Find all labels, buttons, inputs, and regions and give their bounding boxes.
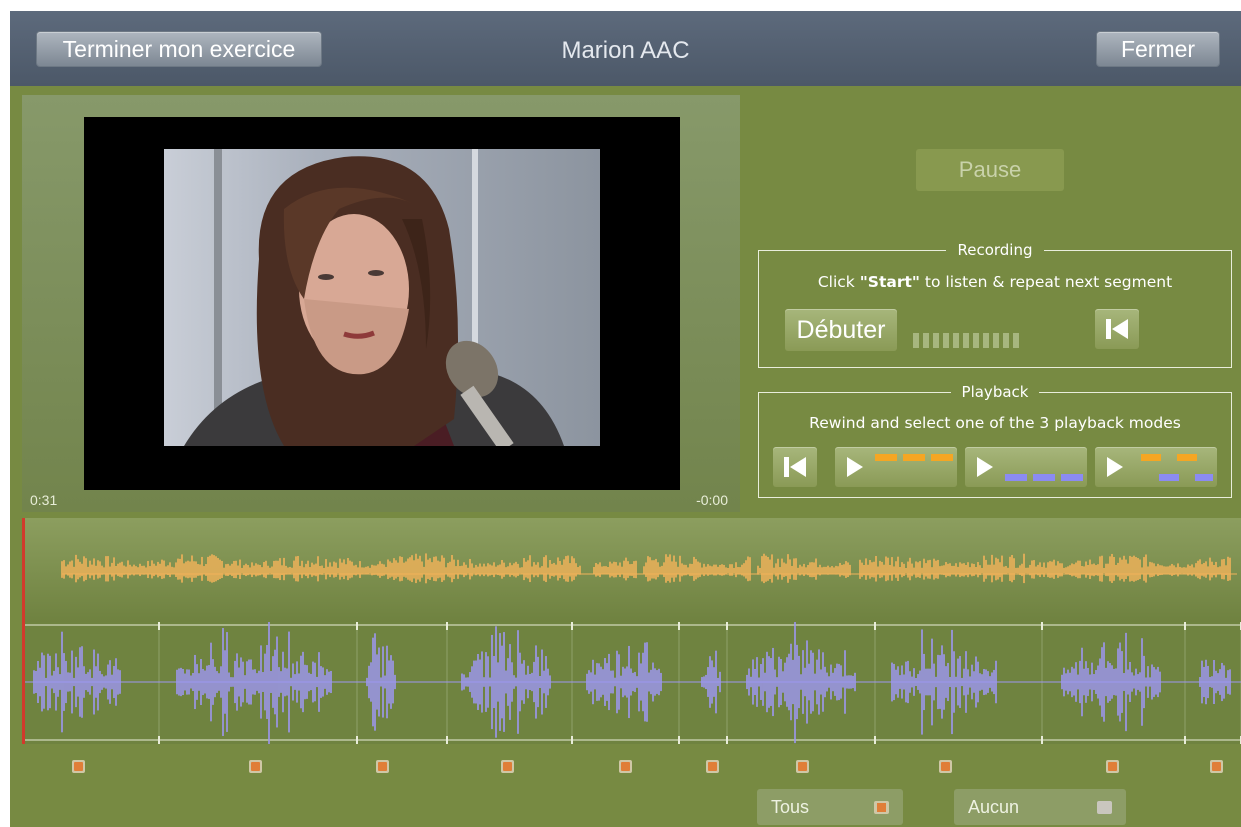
level-segment	[983, 333, 989, 348]
playback-instruction: Rewind and select one of the 3 playback …	[809, 414, 1181, 432]
segment-checkbox[interactable]	[796, 760, 809, 773]
level-segment	[913, 333, 919, 348]
play-alternating-button[interactable]	[1095, 447, 1217, 487]
recording-rewind-button[interactable]	[1095, 309, 1139, 349]
segment-checkbox[interactable]	[376, 760, 389, 773]
segment-checkbox[interactable]	[72, 760, 85, 773]
remaining-time: -0:00	[696, 492, 728, 508]
video-player[interactable]	[84, 117, 680, 490]
level-segment	[1003, 333, 1009, 348]
playback-rewind-button[interactable]	[773, 447, 817, 487]
video-panel: 0:31 -0:00	[22, 95, 740, 512]
level-segment	[993, 333, 999, 348]
video-frame	[164, 149, 600, 446]
playback-legend: Playback	[950, 383, 1040, 401]
segment-checkbox[interactable]	[1106, 760, 1119, 773]
select-none-button[interactable]: Aucun	[954, 789, 1126, 825]
play-alternating-icon	[1107, 454, 1213, 481]
elapsed-time: 0:31	[30, 492, 58, 508]
segment-waveform[interactable]	[22, 622, 1241, 744]
close-button[interactable]: Fermer	[1096, 31, 1220, 67]
level-segment	[1013, 333, 1019, 348]
playback-group: Playback Rewind and select one of the 3 …	[758, 383, 1232, 498]
play-recording-button[interactable]	[965, 447, 1087, 487]
segment-waveform-graphic	[22, 622, 1241, 744]
recording-instruction: Click "Start" to listen & repeat next se…	[817, 273, 1173, 291]
select-none-label: Aucun	[968, 796, 1020, 817]
level-segment	[973, 333, 979, 348]
segment-checkbox[interactable]	[618, 760, 632, 773]
skip-back-icon	[1106, 319, 1128, 339]
level-segment	[963, 333, 969, 348]
pause-button[interactable]: Pause	[916, 149, 1064, 191]
play-model-button[interactable]	[835, 447, 957, 487]
play-recording-icon	[977, 457, 1083, 481]
exercise-area: 0:31 -0:00 Pause Recording Click "Start"…	[10, 86, 1241, 827]
segment-checkbox[interactable]	[248, 760, 262, 773]
play-model-icon	[847, 454, 953, 477]
model-waveform[interactable]	[22, 518, 1241, 622]
select-all-label: Tous	[771, 796, 810, 817]
segment-checkbox[interactable]	[938, 760, 952, 773]
segment-checkbox[interactable]	[706, 760, 719, 773]
model-waveform-graphic	[61, 553, 1237, 584]
level-segment	[933, 333, 939, 348]
level-segment	[953, 333, 959, 348]
recording-legend: Recording	[946, 241, 1044, 259]
recording-group: Recording Click "Start" to listen & repe…	[758, 241, 1232, 368]
skip-back-icon	[784, 457, 806, 477]
segment-checkbox[interactable]	[1210, 760, 1223, 773]
select-none-checkbox	[1097, 801, 1112, 814]
top-bar: Terminer mon exercice Marion AAC Fermer	[10, 11, 1241, 86]
segment-checkbox[interactable]	[501, 760, 514, 773]
level-segment	[923, 333, 929, 348]
exercise-title: Marion AAC	[561, 37, 690, 64]
level-segment	[943, 333, 949, 348]
recording-level-meter	[913, 333, 1019, 348]
playhead[interactable]	[22, 518, 25, 744]
select-all-button[interactable]: Tous	[757, 789, 903, 825]
select-all-checkbox	[874, 801, 889, 814]
start-button[interactable]: Débuter	[785, 309, 897, 351]
